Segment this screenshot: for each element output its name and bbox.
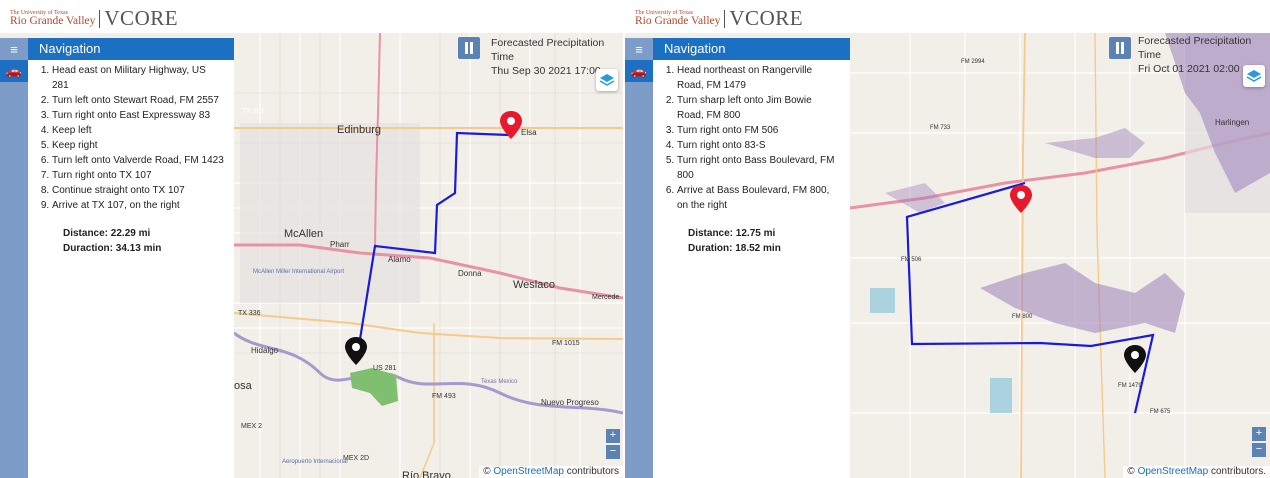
map-label-mercedes: Mercede — [592, 294, 619, 301]
zoom-out-button[interactable]: − — [1252, 443, 1266, 457]
map-label-elsa: Elsa — [521, 128, 537, 137]
layers-button[interactable] — [1243, 65, 1265, 87]
route-duration: Duraction: 34.13 min — [63, 243, 162, 254]
left-map-panel: The University of Texas Rio Grande Valle… — [0, 0, 623, 478]
route-distance: Distance: 22.29 mi — [63, 228, 151, 239]
zoom-out-button[interactable]: − — [606, 445, 620, 459]
map-label-harlingen: Harlingen — [1215, 118, 1249, 127]
menu-icon[interactable]: ≡ — [625, 38, 653, 60]
right-map-panel: The University of Texas Rio Grande Valle… — [625, 0, 1270, 478]
navigation-panel: Navigation Head east on Military Highway… — [28, 38, 234, 478]
road-fm800: FM 800 — [1012, 314, 1033, 320]
map-left[interactable]: Edinburg Elsa McAllen Pharr Alamo Donna … — [0, 33, 623, 478]
map-label-reynosa: osa — [234, 380, 253, 392]
menu-icon[interactable]: ≡ — [0, 38, 28, 60]
map-label-mcallen: McAllen — [284, 228, 323, 240]
map-label-hidalgo: Hidalgo — [251, 346, 279, 355]
road-fm506: FM 506 — [901, 257, 922, 263]
direction-step: Head northeast on Rangerville Road, FM 1… — [677, 63, 840, 93]
direction-step: Turn right onto Bass Boulevard, FM 800 — [677, 153, 840, 183]
direction-step: Head east on Military Highway, US 281 — [52, 63, 224, 93]
directions-list: Head northeast on Rangerville Road, FM 1… — [653, 60, 850, 213]
pause-button[interactable] — [458, 37, 480, 59]
osm-link[interactable]: OpenStreetMap — [1138, 466, 1209, 477]
road-fm1015: FM 1015 — [552, 340, 580, 347]
osm-link[interactable]: OpenStreetMap — [493, 466, 564, 477]
map-label-rio-bravo: Río Bravo — [402, 470, 451, 478]
map-label-nuevo-progreso: Nuevo Progreso — [541, 398, 599, 407]
sidebar-tabs: ≡ 🚗 — [625, 38, 653, 478]
road-fm493: FM 493 — [432, 393, 456, 400]
direction-step: Turn left onto Stewart Road, FM 2557 — [52, 93, 224, 108]
sidebar-tabs: ≡ 🚗 — [0, 38, 28, 478]
direction-step: Turn right onto East Expressway 83 — [52, 108, 224, 123]
logo-university-big: Rio Grande Valley — [635, 14, 721, 27]
route-stats: Distance: 22.29 mi Duraction: 34.13 min — [28, 226, 234, 256]
layers-button[interactable] — [596, 69, 618, 91]
map-label-alamo: Alamo — [388, 255, 411, 264]
map-attribution: © OpenStreetMap contributors — [479, 466, 623, 478]
zoom-control: + − — [606, 429, 620, 461]
navigation-title: Navigation — [28, 38, 234, 60]
navigation-title: Navigation — [653, 38, 850, 60]
direction-step: Turn sharp left onto Jim Bowie Road, FM … — [677, 93, 840, 123]
car-icon[interactable]: 🚗 — [625, 60, 653, 82]
route-duration: Duration: 18.52 min — [688, 243, 781, 254]
layers-icon — [599, 74, 615, 86]
map-label-weslaco: Weslaco — [513, 279, 555, 291]
header: The University of Texas Rio Grande Valle… — [0, 0, 623, 33]
map-label-donna: Donna — [458, 269, 482, 278]
map-label-edinburg: Edinburg — [337, 124, 381, 136]
map-label-pharr: Pharr — [330, 240, 350, 249]
direction-step: Turn right onto FM 506 — [677, 123, 840, 138]
map-attribution: © OpenStreetMap contributors. — [1123, 466, 1270, 478]
direction-step: Turn right onto TX 107 — [52, 168, 224, 183]
direction-step: Keep left — [52, 123, 224, 138]
direction-step: Turn right onto 83-S — [677, 138, 840, 153]
road-fm675: FM 675 — [1150, 409, 1171, 415]
forecast-title: Forecasted Precipitation Time — [1138, 35, 1252, 61]
navigation-panel: Navigation Head northeast on Rangerville… — [653, 38, 850, 478]
direction-step: Turn left onto Valverde Road, FM 1423 — [52, 153, 224, 168]
route-stats: Distance: 12.75 mi Duration: 18.52 min — [653, 226, 850, 256]
road-tx336: TX 336 — [238, 310, 261, 317]
map-label-aeropuerto: Aeropuerto Internacional — [282, 459, 348, 465]
zoom-control: + − — [1252, 427, 1266, 459]
road-tx107: TX 107 — [242, 108, 265, 115]
zoom-in-button[interactable]: + — [606, 429, 620, 443]
road-us281: US 281 — [373, 365, 396, 372]
logo-vcore: VCORE — [729, 6, 804, 30]
logo-university-big: Rio Grande Valley — [10, 14, 96, 27]
logo-vcore: VCORE — [104, 6, 179, 30]
direction-step: Arrive at Bass Boulevard, FM 800, on the… — [677, 183, 840, 213]
car-icon[interactable]: 🚗 — [0, 60, 28, 82]
route-distance: Distance: 12.75 mi — [688, 228, 776, 239]
road-fm2994: FM 2994 — [961, 59, 985, 65]
directions-list: Head east on Military Highway, US 281 Tu… — [28, 60, 234, 213]
utrgv-vcore-logo[interactable]: The University of Texas Rio Grande Valle… — [10, 6, 178, 31]
road-fm733: FM 733 — [930, 125, 951, 131]
utrgv-vcore-logo[interactable]: The University of Texas Rio Grande Valle… — [635, 6, 803, 31]
zoom-in-button[interactable]: + — [1252, 427, 1266, 441]
layers-icon — [1246, 70, 1262, 82]
header: The University of Texas Rio Grande Valle… — [625, 0, 1270, 33]
map-right[interactable]: Harlingen FM 506 FM 800 FM 1479 FM 2994 … — [625, 33, 1270, 478]
road-fm1479: FM 1479 — [1118, 383, 1142, 389]
forecast-title: Forecasted Precipitation Time — [491, 37, 605, 63]
direction-step: Arrive at TX 107, on the right — [52, 198, 224, 213]
road-mex2: MEX 2 — [241, 423, 262, 430]
direction-step: Continue straight onto TX 107 — [52, 183, 224, 198]
border-label: Texas Mexico — [481, 379, 518, 385]
map-label-airport: McAllen Miller International Airport — [253, 269, 344, 275]
pause-button[interactable] — [1109, 37, 1131, 59]
direction-step: Keep right — [52, 138, 224, 153]
